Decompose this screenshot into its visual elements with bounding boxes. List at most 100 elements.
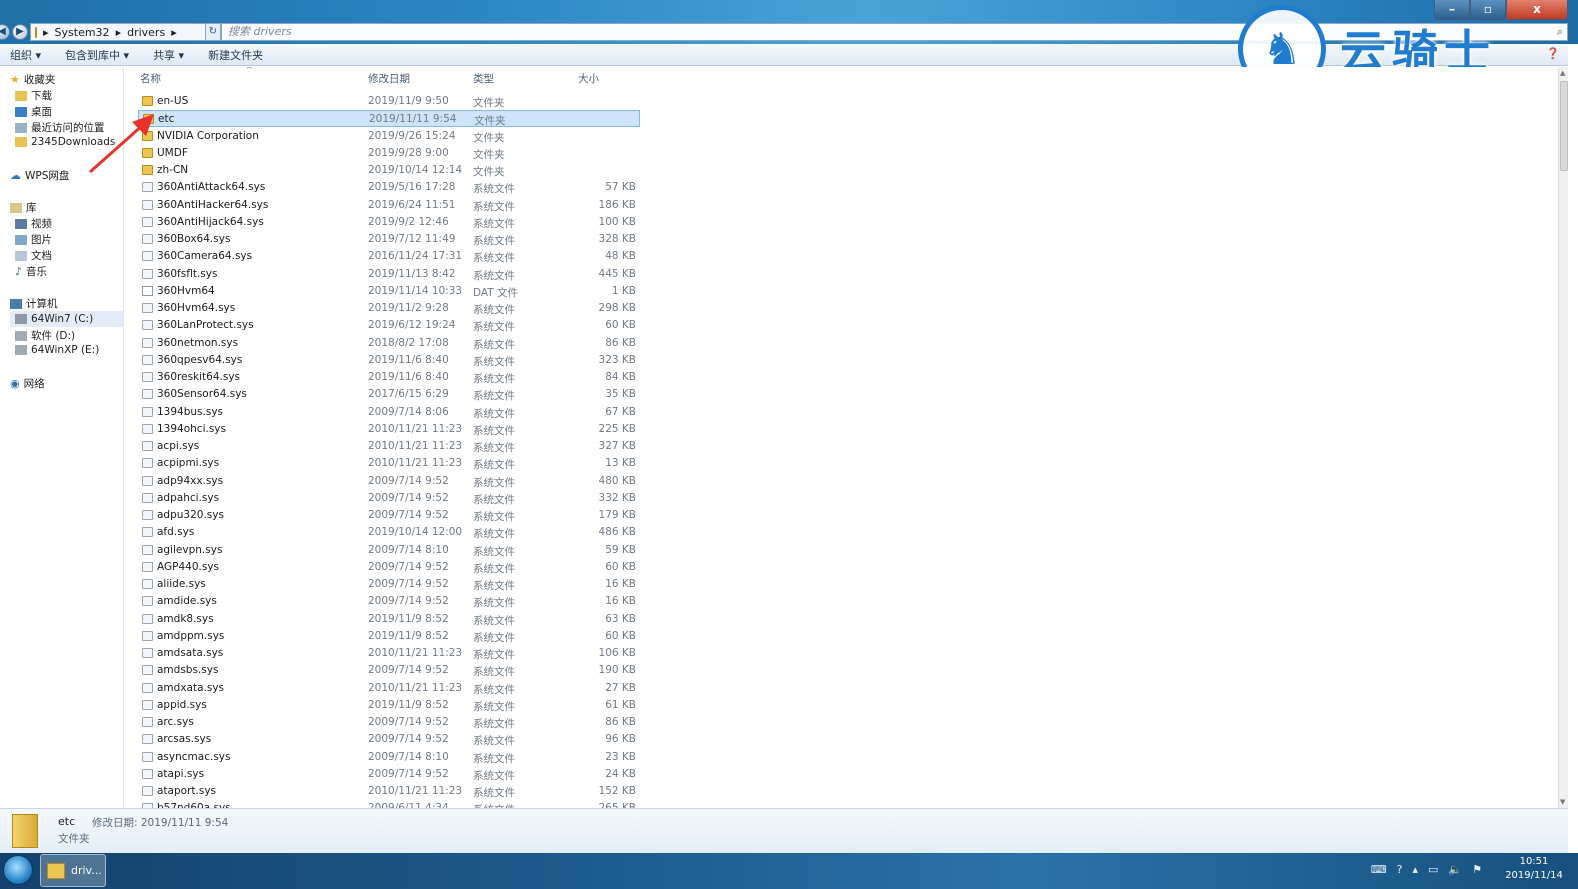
sidebar-favorites[interactable]: ★ 收藏夹: [10, 72, 55, 87]
file-row[interactable]: 360Hvm64.sys 2019/11/2 9:28 系统文件 298 KB: [138, 300, 640, 317]
new-folder-button[interactable]: 新建文件夹: [208, 47, 263, 63]
file-size: 86 KB: [605, 336, 636, 349]
action-center-flag-icon[interactable]: ⚑: [1472, 863, 1482, 876]
column-headers: 名称 ^ 修改日期 类型 大小: [124, 67, 644, 87]
file-row[interactable]: 360AntiAttack64.sys 2019/5/16 17:28 系统文件 57…: [138, 179, 640, 196]
file-row[interactable]: 360Box64.sys 2019/7/12 11:49 系统文件 328 KB: [138, 231, 640, 248]
file-row[interactable]: adp94xx.sys 2009/7/14 9:52 系统文件 480 KB: [138, 473, 640, 490]
sidebar-item-drive-e[interactable]: 64WinXP (E:): [15, 344, 99, 356]
file-type: 系统文件: [473, 476, 515, 489]
file-type: 系统文件: [473, 545, 515, 558]
file-row[interactable]: 360qpesv64.sys 2019/11/6 8:40 系统文件 323 KB: [138, 352, 640, 369]
organize-menu[interactable]: 组织 ▾: [10, 47, 41, 63]
file-row[interactable]: 360LanProtect.sys 2019/6/12 19:24 系统文件 60 K…: [138, 317, 640, 334]
sidebar-network[interactable]: ◉ 网络: [10, 376, 45, 391]
file-row[interactable]: amdsbs.sys 2009/7/14 9:52 系统文件 190 KB: [138, 662, 640, 679]
file-row[interactable]: acpi.sys 2010/11/21 11:23 系统文件 327 KB: [138, 438, 640, 455]
file-row[interactable]: adpu320.sys 2009/7/14 9:52 系统文件 179 KB: [138, 507, 640, 524]
system-file-icon: [142, 354, 153, 365]
column-header-date[interactable]: 修改日期: [368, 71, 410, 86]
file-row[interactable]: b57nd60a.sys2009/6/11 4:34系统文件265 KB: [138, 800, 640, 808]
column-header-type[interactable]: 类型: [473, 71, 494, 86]
file-row[interactable]: adpahci.sys 2009/7/14 9:52 系统文件 332 KB: [138, 490, 640, 507]
file-row[interactable]: NVIDIA Corporation 2019/9/26 15:24 文件夹: [138, 128, 640, 145]
file-row[interactable]: arc.sys 2009/7/14 9:52 系统文件 86 KB: [138, 714, 640, 731]
file-row[interactable]: acpipmi.sys 2010/11/21 11:23 系统文件 13 KB: [138, 455, 640, 472]
file-row[interactable]: 360AntiHijack64.sys 2019/9/2 12:46 系统文件 100…: [138, 214, 640, 231]
system-file-icon: [142, 251, 153, 262]
scrollbar-thumb[interactable]: [1560, 81, 1568, 171]
file-row[interactable]: amdxata.sys 2010/11/21 11:23 系统文件 27 KB: [138, 680, 640, 697]
forward-button[interactable]: ▶: [12, 24, 28, 40]
file-type: 系统文件: [473, 252, 515, 265]
file-row[interactable]: 1394bus.sys 2009/7/14 8:06 系统文件 67 KB: [138, 404, 640, 421]
sidebar-item-pictures[interactable]: 图片: [15, 232, 52, 247]
sidebar-item-drive-c[interactable]: 64Win7 (C:): [10, 311, 123, 327]
file-row[interactable]: amdide.sys 2009/7/14 9:52 系统文件 16 KB: [138, 593, 640, 610]
file-row[interactable]: aliide.sys 2009/7/14 9:52 系统文件 16 KB: [138, 576, 640, 593]
keyboard-icon[interactable]: ⌨: [1371, 863, 1387, 876]
sidebar-wps-cloud[interactable]: ☁ WPS网盘: [10, 168, 69, 183]
file-row[interactable]: arcsas.sys 2009/7/14 9:52 系统文件 96 KB: [138, 731, 640, 748]
show-hidden-icons[interactable]: ▴: [1412, 863, 1418, 876]
file-row[interactable]: asyncmac.sys 2009/7/14 8:10 系统文件 23 KB: [138, 749, 640, 766]
file-size: 190 KB: [598, 664, 636, 677]
sidebar-item-downloads[interactable]: 下载: [15, 88, 52, 103]
file-type: 文件夹: [474, 115, 506, 128]
column-header-size[interactable]: 大小: [578, 71, 599, 86]
system-file-icon: [142, 665, 153, 676]
file-date: 2009/7/14 8:06: [368, 405, 449, 418]
file-row[interactable]: 360Hvm64 2019/11/14 10:33 DAT 文件 1 KB: [138, 283, 640, 300]
start-button[interactable]: [3, 855, 33, 885]
breadcrumb-drivers[interactable]: drivers: [127, 26, 165, 39]
file-row[interactable]: AGP440.sys 2009/7/14 9:52 系统文件 60 KB: [138, 559, 640, 576]
star-icon: ★: [10, 73, 20, 86]
column-header-name[interactable]: 名称: [140, 71, 161, 86]
file-row[interactable]: agilevpn.sys 2009/7/14 8:10 系统文件 59 KB: [138, 542, 640, 559]
file-row[interactable]: amdk8.sys 2019/11/9 8:52 系统文件 63 KB: [138, 611, 640, 628]
sidebar-item-desktop[interactable]: 桌面: [15, 104, 52, 119]
taskbar-explorer-button[interactable]: driv...: [40, 854, 106, 887]
file-row[interactable]: afd.sys 2019/10/14 12:00 系统文件 486 KB: [138, 524, 640, 541]
sidebar-label: 计算机: [26, 298, 58, 310]
sidebar-item-documents[interactable]: 文档: [15, 248, 52, 263]
include-library-menu[interactable]: 包含到库中 ▾: [65, 47, 129, 63]
scroll-up-icon[interactable]: ▲: [1560, 69, 1565, 77]
file-row[interactable]: en-US 2019/11/9 9:50 文件夹: [138, 93, 640, 110]
help-tray-icon[interactable]: ?: [1397, 863, 1403, 876]
scroll-down-icon[interactable]: ▼: [1560, 798, 1565, 806]
breadcrumb-system32[interactable]: System32: [55, 26, 110, 39]
file-row[interactable]: zh-CN 2019/10/14 12:14 文件夹: [138, 162, 640, 179]
file-row[interactable]: appid.sys 2019/11/9 8:52 系统文件 61 KB: [138, 697, 640, 714]
refresh-button[interactable]: ↻: [205, 23, 221, 41]
drive-icon: [15, 314, 27, 324]
file-row[interactable]: 360Camera64.sys 2016/11/24 17:31 系统文件 48 KB: [138, 248, 640, 265]
sidebar-item-music[interactable]: ♪ 音乐: [15, 264, 47, 279]
file-size: 323 KB: [598, 353, 636, 366]
file-name: asyncmac.sys: [157, 750, 231, 763]
file-row[interactable]: etc 2019/11/11 9:54 文件夹: [138, 110, 640, 128]
sidebar-item-drive-d[interactable]: 软件 (D:): [15, 328, 75, 343]
file-row[interactable]: 360reskit64.sys 2019/11/6 8:40 系统文件 84 KB: [138, 369, 640, 386]
share-menu[interactable]: 共享 ▾: [153, 47, 184, 63]
sidebar-libraries[interactable]: 库: [10, 200, 37, 215]
back-button[interactable]: ◀: [0, 24, 10, 40]
file-row[interactable]: UMDF 2019/9/28 9:00 文件夹: [138, 145, 640, 162]
address-bar[interactable]: ▸ System32 ▸ drivers ▸ ▾: [30, 23, 212, 41]
vertical-scrollbar[interactable]: ▲ ▼: [1558, 67, 1568, 808]
sidebar-computer[interactable]: 计算机: [10, 296, 58, 311]
file-row[interactable]: 360Sensor64.sys 2017/6/15 6:29 系统文件 35 KB: [138, 386, 640, 403]
sidebar-item-videos[interactable]: 视频: [15, 216, 52, 231]
file-row[interactable]: atapi.sys 2009/7/14 9:52 系统文件 24 KB: [138, 766, 640, 783]
file-row[interactable]: ataport.sys 2010/11/21 11:23 系统文件 152 KB: [138, 783, 640, 800]
file-row[interactable]: 1394ohci.sys 2010/11/21 11:23 系统文件 225 KB: [138, 421, 640, 438]
file-name: adpahci.sys: [157, 491, 220, 504]
clock[interactable]: 10:51 2019/11/14: [1504, 855, 1564, 883]
file-row[interactable]: amdppm.sys 2019/11/9 8:52 系统文件 60 KB: [138, 628, 640, 645]
file-row[interactable]: 360fsflt.sys 2019/11/13 8:42 系统文件 445 KB: [138, 266, 640, 283]
file-row[interactable]: 360netmon.sys 2018/8/2 17:08 系统文件 86 KB: [138, 335, 640, 352]
file-row[interactable]: 360AntiHacker64.sys 2019/6/24 11:51 系统文件 18…: [138, 197, 640, 214]
volume-icon[interactable]: 🔈: [1448, 863, 1462, 876]
file-row[interactable]: amdsata.sys 2010/11/21 11:23 系统文件 106 KB: [138, 645, 640, 662]
network-tray-icon[interactable]: ▭: [1428, 863, 1438, 876]
